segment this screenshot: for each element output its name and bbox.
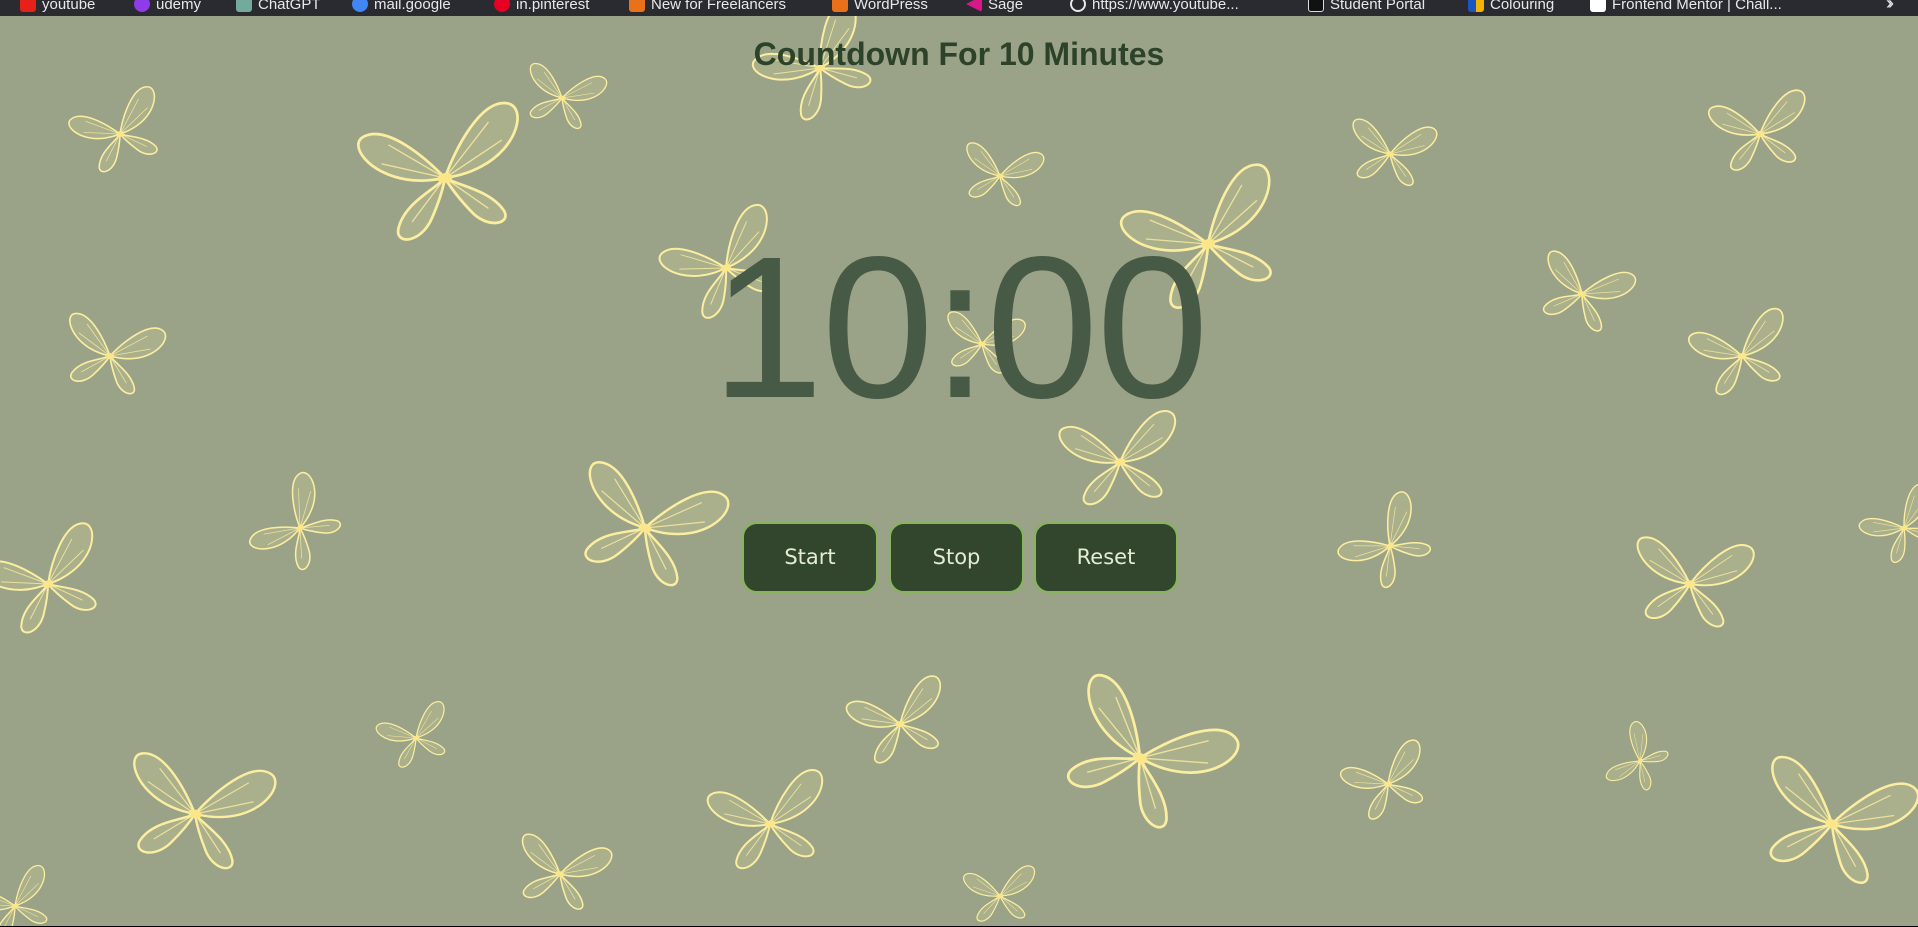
bookmark-label: in.pinterest	[516, 0, 590, 13]
bookmark-label: youtube	[42, 0, 96, 13]
countdown-display: 10:00	[711, 214, 1209, 440]
bookmark-sage[interactable]: Sage	[966, 0, 1023, 14]
freelance-icon	[629, 0, 645, 12]
butterfly-background	[0, 16, 1918, 926]
page-viewport: Countdown For 10 Minutes 10:00 Start Sto…	[0, 16, 1918, 926]
stop-button[interactable]: Stop	[889, 522, 1024, 593]
bookmark-student-portal[interactable]: Student Portal	[1308, 0, 1425, 14]
youtube-icon	[20, 0, 36, 12]
colouring-icon	[1468, 0, 1484, 12]
bookmark-label: Student Portal	[1330, 0, 1426, 13]
pinterest-icon	[494, 0, 510, 12]
bookmark-chatgpt[interactable]: ChatGPT	[236, 0, 321, 14]
bookmark-label: https://www.youtube...	[1092, 0, 1239, 13]
bookmark-label: Colouring	[1490, 0, 1555, 13]
bookmark-label: WordPress	[854, 0, 928, 13]
chatgpt-icon	[236, 0, 252, 12]
bookmark-colouring[interactable]: Colouring	[1468, 0, 1554, 14]
bookmark-label: udemy	[156, 0, 202, 13]
bookmark-pinterest[interactable]: in.pinterest	[494, 0, 589, 14]
start-button[interactable]: Start	[742, 522, 878, 593]
bookmark-mail-google[interactable]: mail.google	[352, 0, 451, 14]
bookmark-wordpress[interactable]: WordPress	[832, 0, 928, 14]
more-bookmarks-icon[interactable]: ››	[1886, 0, 1894, 14]
reset-button[interactable]: Reset	[1034, 522, 1178, 593]
bookmark-frontend-mentor[interactable]: Frontend Mentor | Chall...	[1590, 0, 1782, 14]
udemy-icon	[134, 0, 150, 12]
bookmark-label: Frontend Mentor | Chall...	[1612, 0, 1782, 13]
bookmarks-bar: youtube udemy ChatGPT mail.google in.pin…	[0, 0, 1918, 17]
bookmark-label: ChatGPT	[258, 0, 321, 13]
bookmark-youtube[interactable]: youtube	[20, 0, 95, 14]
google-icon	[352, 0, 368, 12]
bookmark-youtube-link[interactable]: https://www.youtube...	[1070, 0, 1239, 14]
bookmark-udemy[interactable]: udemy	[134, 0, 201, 14]
sage-icon	[966, 0, 982, 12]
portal-icon	[1308, 0, 1324, 12]
wordpress-icon	[832, 0, 848, 12]
bookmark-label: New for Freelancers	[651, 0, 787, 13]
bookmark-label: Sage	[988, 0, 1024, 13]
page-title: Countdown For 10 Minutes	[753, 36, 1165, 72]
frontend-mentor-icon	[1590, 0, 1606, 12]
bookmark-freelancers[interactable]: New for Freelancers	[629, 0, 786, 14]
bookmark-label: mail.google	[374, 0, 451, 13]
globe-icon	[1070, 0, 1086, 12]
